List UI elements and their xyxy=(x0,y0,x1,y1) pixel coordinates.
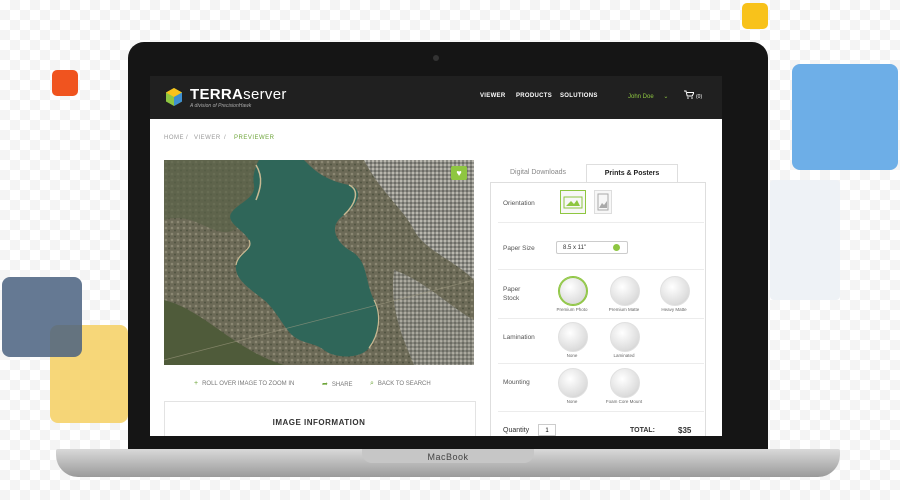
mounting-foam-core-option[interactable] xyxy=(610,368,640,398)
decorative-orange-square xyxy=(52,70,78,96)
total-price: $35 xyxy=(678,426,692,435)
logo-subtitle: A division of PrecisionHawk xyxy=(190,103,252,109)
mounting-label: Mounting xyxy=(503,379,530,386)
divider xyxy=(498,222,704,223)
landscape-icon xyxy=(563,196,583,209)
breadcrumb-separator: / xyxy=(186,135,189,141)
zoom-hint: + ROLL OVER IMAGE TO ZOOM IN xyxy=(194,380,294,387)
breadcrumb-viewer[interactable]: VIEWER xyxy=(194,135,221,141)
plus-icon: + xyxy=(194,380,199,387)
divider xyxy=(498,411,704,412)
back-to-search-button[interactable]: ⌕ BACK TO SEARCH xyxy=(370,380,431,388)
mounting-none-option[interactable] xyxy=(558,368,588,398)
check-circle-icon xyxy=(613,244,620,251)
stock-premium-photo-option[interactable] xyxy=(558,276,588,306)
user-menu[interactable]: John Doe ⌄ xyxy=(628,93,668,100)
tab-digital-downloads[interactable]: Digital Downloads xyxy=(494,164,582,182)
stock-caption: Premium Matte xyxy=(608,307,640,312)
portrait-icon xyxy=(597,193,609,211)
lamination-caption: None xyxy=(566,353,578,358)
breadcrumb-current: PREVIEWER xyxy=(234,135,275,141)
user-name: John Doe xyxy=(628,94,654,100)
divider xyxy=(498,318,704,319)
decorative-yellow-square xyxy=(742,3,768,29)
mounting-caption: None xyxy=(566,399,578,404)
portrait-orientation-button[interactable] xyxy=(594,190,612,214)
mounting-caption: Foam Core Mount xyxy=(605,399,643,404)
lamination-label: Lamination xyxy=(503,334,535,341)
divider xyxy=(498,363,704,364)
total-label: TOTAL: xyxy=(630,427,656,434)
laptop-brand-label: MacBook xyxy=(427,452,469,462)
landscape-orientation-button[interactable] xyxy=(560,190,586,214)
site-header: TERRASERVER A division of PrecisionHawk … xyxy=(150,76,722,119)
zoom-hint-text: ROLL OVER IMAGE TO ZOOM IN xyxy=(202,381,295,387)
back-text: BACK TO SEARCH xyxy=(377,381,431,387)
logo-bold: TERRA xyxy=(190,86,244,103)
terraserver-logo-icon[interactable] xyxy=(164,87,184,107)
divider xyxy=(498,269,704,270)
image-information-title: IMAGE INFORMATION xyxy=(272,418,366,427)
paper-size-label: Paper Size xyxy=(503,245,535,252)
share-button[interactable]: ➦ SHARE xyxy=(322,380,353,388)
stock-caption: Heavy Matte xyxy=(661,307,687,312)
laptop-camera xyxy=(433,55,439,61)
site-logo[interactable]: TERRASERVER xyxy=(190,86,287,103)
breadcrumb-home[interactable]: HOME xyxy=(164,135,184,141)
lamination-laminated-option[interactable] xyxy=(610,322,640,352)
decorative-blue-square xyxy=(792,64,898,170)
laptop-screen: TERRASERVER A division of PrecisionHawk … xyxy=(150,76,722,436)
search-icon: ⌕ xyxy=(370,380,374,387)
quantity-input[interactable]: 1 xyxy=(538,424,556,436)
share-arrow-icon: ➦ xyxy=(322,381,328,388)
stock-caption: Premium Photo xyxy=(556,307,588,312)
orientation-label: Orientation xyxy=(503,200,535,207)
breadcrumb-separator: / xyxy=(224,135,227,141)
stock-premium-matte-option[interactable] xyxy=(610,276,640,306)
heart-icon[interactable]: ♥ xyxy=(451,166,467,180)
cart-count: (0) xyxy=(696,94,703,100)
decorative-navy-square xyxy=(2,277,82,357)
tab-prints-posters[interactable]: Prints & Posters xyxy=(586,164,678,183)
nav-solutions[interactable]: SOLUTIONS xyxy=(560,93,598,99)
stock-heavy-matte-option[interactable] xyxy=(660,276,690,306)
chevron-down-icon: ⌄ xyxy=(663,94,669,100)
quantity-label: Quantity xyxy=(503,427,530,434)
paper-stock-label: Paper Stock xyxy=(503,286,521,302)
lamination-caption: Laminated xyxy=(613,353,635,358)
nav-products[interactable]: PRODUCTS xyxy=(516,93,552,99)
nav-viewer[interactable]: VIEWER xyxy=(480,93,505,99)
aerial-image[interactable] xyxy=(164,160,474,365)
logo-light: SERVER xyxy=(243,86,287,103)
decorative-light-square xyxy=(770,180,840,300)
cart-icon[interactable] xyxy=(684,90,695,101)
share-text: SHARE xyxy=(331,382,353,388)
lamination-none-option[interactable] xyxy=(558,322,588,352)
